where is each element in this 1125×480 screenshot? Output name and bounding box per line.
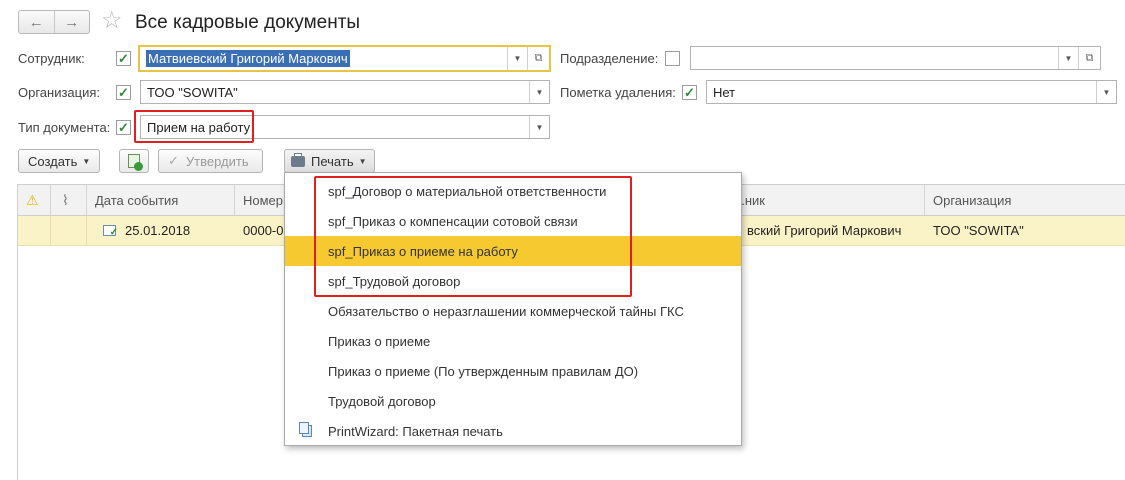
checkmark-icon: ✓ [118,51,129,66]
posted-document-icon: ✓ [103,225,118,238]
chevron-down-icon[interactable]: ▼ [1096,81,1116,103]
arrow-left-icon: ← [28,13,44,31]
open-form-icon[interactable]: ⧉ [527,47,549,70]
chevron-down-icon[interactable]: ▼ [507,47,527,70]
employee-checkbox[interactable]: ✓ [116,51,131,66]
deletion-mark-label: Пометка удаления: [560,85,676,100]
chevron-down-icon: ▼ [82,156,91,166]
menu-item-hiring-order-do[interactable]: Приказ о приеме (По утвержденным правила… [285,356,741,386]
open-form-icon[interactable]: ⧉ [1078,47,1100,69]
chevron-down-icon[interactable]: ▼ [1058,47,1078,69]
paperclip-icon[interactable]: ⌇ [51,185,87,215]
deletion-mark-checkbox[interactable]: ✓ [682,85,697,100]
doc-type-label: Тип документа: [18,120,111,135]
checkmark-icon: ✓ [118,85,129,100]
department-label: Подразделение: [560,51,659,66]
arrow-right-icon: → [64,13,80,31]
employee-label: Сотрудник: [18,51,85,66]
print-button[interactable]: Печать ▼ [284,149,375,173]
department-checkbox[interactable] [665,51,680,66]
copy-documents-icon-back [299,422,309,434]
deletion-mark-value: Нет [713,84,736,100]
back-button[interactable]: ← [19,11,54,33]
copy-document-button[interactable] [119,149,149,173]
annotation-box-spf-items [314,176,632,297]
department-value [691,47,1058,69]
menu-item-nda[interactable]: Обязательство о неразглашении коммерческ… [285,296,741,326]
favorite-star-icon[interactable]: ☆ [101,8,123,34]
department-field[interactable]: ▼ ⧉ [690,46,1101,70]
organization-checkbox[interactable]: ✓ [116,85,131,100]
chevron-down-icon[interactable]: ▼ [529,116,549,138]
row-employee: вский Григорий Маркович [747,223,902,238]
table-left-border [17,184,18,480]
create-label: Создать [28,153,78,169]
checkmark-icon: ✓ [118,120,129,135]
chevron-down-icon[interactable]: ▼ [529,81,549,103]
row-organization: ТОО "SOWITA" [933,223,1024,238]
menu-item-employment-contract[interactable]: Трудовой договор [285,386,741,416]
doc-type-checkbox[interactable]: ✓ [116,120,131,135]
nav-buttons: ← → [18,10,90,34]
document-add-icon [128,154,143,171]
checkmark-icon: ✓ [168,153,179,168]
column-employee[interactable]: ...ник [725,185,925,215]
column-event-date[interactable]: Дата события [87,185,235,215]
print-label: Печать [311,153,354,169]
column-organization[interactable]: Организация [925,185,1125,215]
checkmark-icon: ✓ [684,85,695,100]
approve-label: Утвердить [185,153,249,169]
menu-item-printwizard[interactable]: PrintWizard: Пакетная печать [285,416,741,446]
organization-value: ТОО "SOWITA" [147,84,238,100]
approve-button[interactable]: ✓ Утвердить [158,149,263,173]
warning-icon[interactable]: ⚠ [17,185,51,215]
deletion-mark-field[interactable]: Нет ▼ [706,80,1117,104]
row-date: ✓ 25.01.2018 [95,216,235,245]
annotation-box-doc-type [134,110,254,143]
page-title: Все кадровые документы [135,12,361,33]
organization-label: Организация: [18,85,101,100]
organization-field[interactable]: ТОО "SOWITA" ▼ [140,80,550,104]
employee-value: Матвиевский Григорий Маркович [146,50,350,67]
employee-field[interactable]: Матвиевский Григорий Маркович ▼ ⧉ [138,45,551,72]
create-button[interactable]: Создать ▼ [18,149,100,173]
chevron-down-icon: ▼ [358,156,367,166]
printer-icon [291,152,305,167]
forward-button[interactable]: → [53,11,90,33]
menu-item-hiring-order[interactable]: Приказ о приеме [285,326,741,356]
